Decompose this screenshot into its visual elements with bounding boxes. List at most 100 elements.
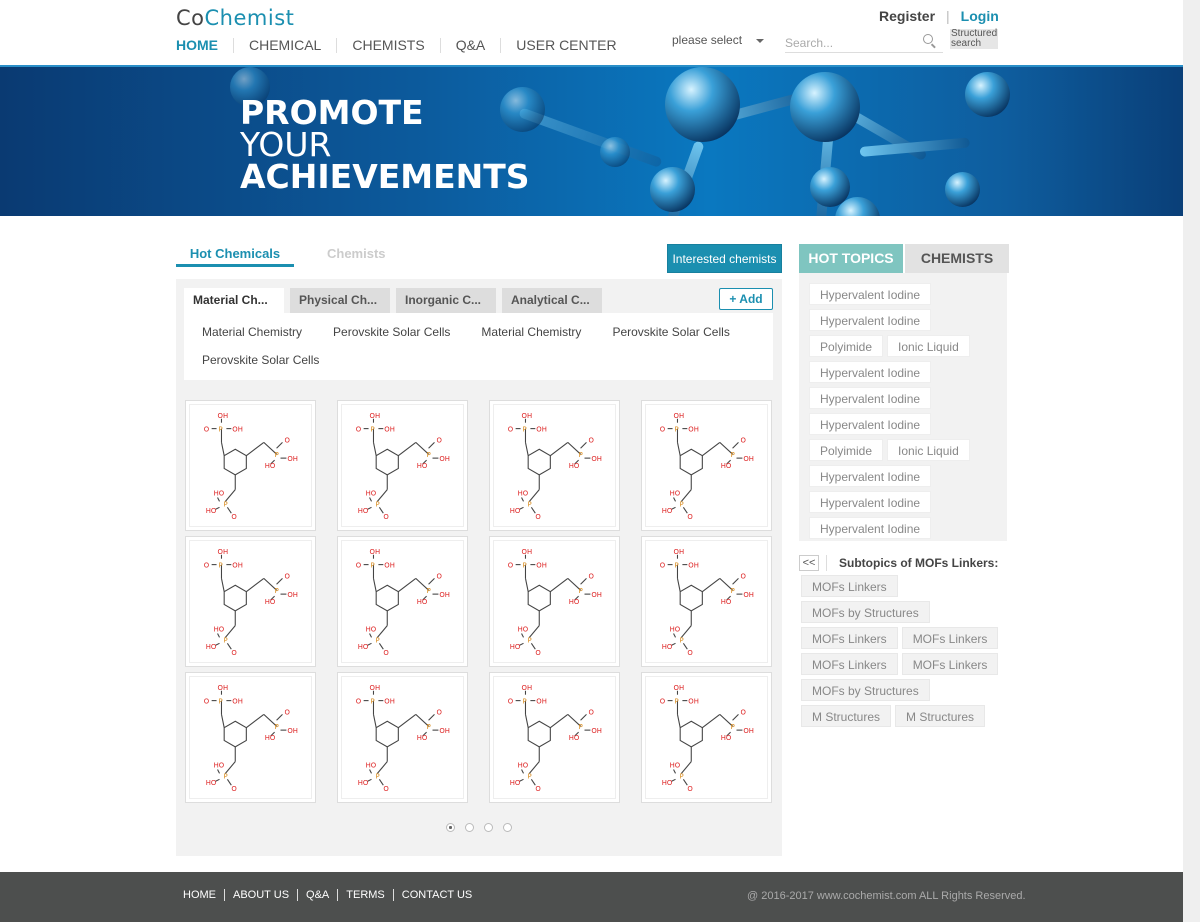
topic-tag[interactable]: Hypervalent Iodine (809, 283, 932, 305)
search-icon[interactable] (923, 34, 933, 44)
topic-tag[interactable]: Ionic Liquid (887, 335, 970, 357)
svg-text:P: P (679, 636, 683, 644)
svg-text:OH: OH (439, 591, 450, 599)
chemical-card[interactable]: OH O P OH O P OH HO HO P HO O (337, 672, 468, 803)
category-tab[interactable]: Inorganic C... (396, 288, 496, 313)
chemical-card[interactable]: OH O P OH O P OH HO HO P HO O (185, 672, 316, 803)
chemical-card[interactable]: OH O P OH O P OH HO HO P HO O (489, 400, 620, 531)
interested-chemists-button[interactable]: Interested chemists (667, 244, 782, 273)
nav-user-center[interactable]: USER CENTER (500, 38, 631, 53)
svg-text:HO: HO (518, 762, 529, 770)
chemical-card[interactable]: OH O P OH O P OH HO HO P HO O (185, 400, 316, 531)
link-separator: | (946, 8, 950, 24)
topic-tag[interactable]: Hypervalent Iodine (809, 387, 932, 409)
svg-text:O: O (740, 572, 746, 580)
chemical-card[interactable]: OH O P OH O P OH HO HO P HO O (641, 400, 772, 531)
topic-tag[interactable]: M Structures (801, 705, 892, 727)
tab-hot-topics[interactable]: HOT TOPICS (799, 244, 903, 273)
footer-link-home[interactable]: HOME (183, 889, 224, 901)
pagination-dot[interactable] (465, 823, 474, 832)
footer-link-terms[interactable]: TERMS (337, 889, 393, 901)
topic-tag[interactable]: Hypervalent Iodine (809, 413, 932, 435)
pagination-dot[interactable] (446, 823, 455, 832)
tab-hot-chemicals[interactable]: Hot Chemicals (176, 246, 294, 267)
svg-text:OH: OH (218, 684, 229, 692)
nav-chemists[interactable]: CHEMISTS (336, 38, 439, 53)
subtopic-link[interactable]: Material Chemistry (202, 325, 302, 349)
page: CoChemist HOME CHEMICAL CHEMISTS Q&A USE… (0, 0, 1183, 922)
topic-tag[interactable]: MOFs Linkers (801, 653, 898, 675)
subtopics-title: Subtopics of MOFs Linkers: (839, 556, 999, 570)
svg-text:P: P (731, 723, 735, 731)
svg-text:O: O (231, 513, 237, 521)
structured-search-button[interactable]: Structured search (950, 29, 998, 49)
chemical-card[interactable]: OH O P OH O P OH HO HO P HO O (337, 536, 468, 667)
subtopic-link[interactable]: Perovskite Solar Cells (612, 325, 729, 349)
svg-text:P: P (375, 500, 379, 508)
category-tab[interactable]: Physical Ch... (290, 288, 390, 313)
topic-tag[interactable]: MOFs Linkers (801, 575, 898, 597)
topic-tag[interactable]: MOFs by Structures (801, 601, 930, 623)
nav-chemical[interactable]: CHEMICAL (233, 38, 336, 53)
pagination-dot[interactable] (503, 823, 512, 832)
svg-text:P: P (219, 698, 223, 706)
topic-tag[interactable]: Polyimide (809, 439, 884, 461)
login-link[interactable]: Login (961, 8, 999, 24)
svg-text:P: P (219, 426, 223, 434)
tab-sidebar-chemists[interactable]: CHEMISTS (905, 244, 1009, 273)
svg-text:P: P (371, 698, 375, 706)
topic-tag[interactable]: Hypervalent Iodine (809, 517, 932, 539)
chemical-card[interactable]: OH O P OH O P OH HO HO P HO O (641, 672, 772, 803)
footer-link-qa[interactable]: Q&A (297, 889, 337, 901)
svg-text:HO: HO (662, 779, 673, 787)
svg-text:O: O (508, 426, 514, 434)
copyright: @ 2016-2017 www.cochemist.com ALL Rights… (747, 890, 1026, 902)
svg-text:HO: HO (518, 490, 529, 498)
subtopic-link[interactable]: Perovskite Solar Cells (333, 325, 450, 349)
chemical-card[interactable]: OH O P OH O P OH HO HO P HO O (185, 536, 316, 667)
chemical-card[interactable]: OH O P OH O P OH HO HO P HO O (489, 672, 620, 803)
nav-qa[interactable]: Q&A (439, 38, 501, 53)
topic-tag[interactable]: MOFs Linkers (901, 627, 999, 649)
topic-tag[interactable]: MOFs Linkers (901, 653, 999, 675)
footer-link-contact[interactable]: CONTACT US (392, 889, 481, 901)
topic-tag[interactable]: Ionic Liquid (887, 439, 970, 461)
topic-tag[interactable]: Polyimide (809, 335, 884, 357)
tag-row: MOFs by Structures (801, 679, 1011, 701)
chemical-card[interactable]: OH O P OH O P OH HO HO P HO O (489, 536, 620, 667)
chemical-card[interactable]: OH O P OH O P OH HO HO P HO O (641, 536, 772, 667)
category-tab[interactable]: Material Ch... (184, 288, 284, 313)
category-select[interactable]: please select (672, 33, 766, 47)
svg-text:O: O (535, 649, 541, 657)
subtopic-link[interactable]: Material Chemistry (481, 325, 581, 349)
topic-tag[interactable]: Hypervalent Iodine (809, 361, 932, 383)
svg-text:OH: OH (370, 412, 381, 420)
molecule-structure-image: OHO P OHOP OHHOHOPHOO (189, 676, 312, 799)
back-button[interactable]: << (799, 555, 819, 571)
chemical-card[interactable]: OH O P OH O P OH HO HO P HO O (337, 400, 468, 531)
svg-text:HO: HO (670, 626, 681, 634)
logo[interactable]: CoChemist (176, 6, 294, 30)
topic-tag[interactable]: Hypervalent Iodine (809, 491, 932, 513)
category-tab[interactable]: Analytical C... (502, 288, 602, 313)
svg-text:HO: HO (366, 490, 377, 498)
molecule-sphere (945, 172, 980, 207)
page-scrollbar[interactable] (1183, 0, 1200, 922)
svg-text:O: O (436, 708, 442, 716)
footer-link-about[interactable]: ABOUT US (224, 889, 297, 901)
topic-tag[interactable]: MOFs by Structures (801, 679, 930, 701)
nav-home[interactable]: HOME (176, 38, 233, 53)
search-input[interactable] (785, 36, 915, 50)
tab-chemists[interactable]: Chemists (327, 246, 386, 261)
search-box (785, 34, 943, 53)
subtopic-link[interactable]: Perovskite Solar Cells (202, 353, 319, 377)
add-category-button[interactable]: + Add (719, 288, 773, 310)
hero-banner: PROMOTE YOUR ACHIEVEMENTS (0, 65, 1183, 216)
tag-row: Polyimide Ionic Liquid (809, 335, 1007, 357)
topic-tag[interactable]: Hypervalent Iodine (809, 465, 932, 487)
pagination-dot[interactable] (484, 823, 493, 832)
topic-tag[interactable]: MOFs Linkers (801, 627, 898, 649)
topic-tag[interactable]: M Structures (895, 705, 986, 727)
register-link[interactable]: Register (879, 8, 935, 24)
topic-tag[interactable]: Hypervalent Iodine (809, 309, 932, 331)
